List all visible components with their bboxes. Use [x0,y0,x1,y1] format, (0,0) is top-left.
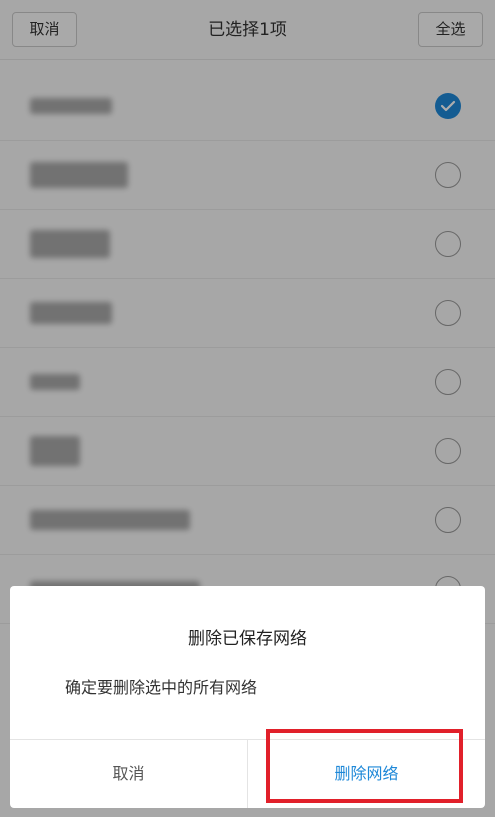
dialog-message: 确定要删除选中的所有网络 [65,678,258,697]
highlight-annotation [266,729,463,803]
dialog-title: 删除已保存网络 [188,629,307,649]
screen: 已选择1项 取消 全选 删除已保存网络 确定要删除选中的所有网络 取消 删除网络 [0,0,495,817]
dialog-cancel-button[interactable]: 取消 [10,740,248,808]
